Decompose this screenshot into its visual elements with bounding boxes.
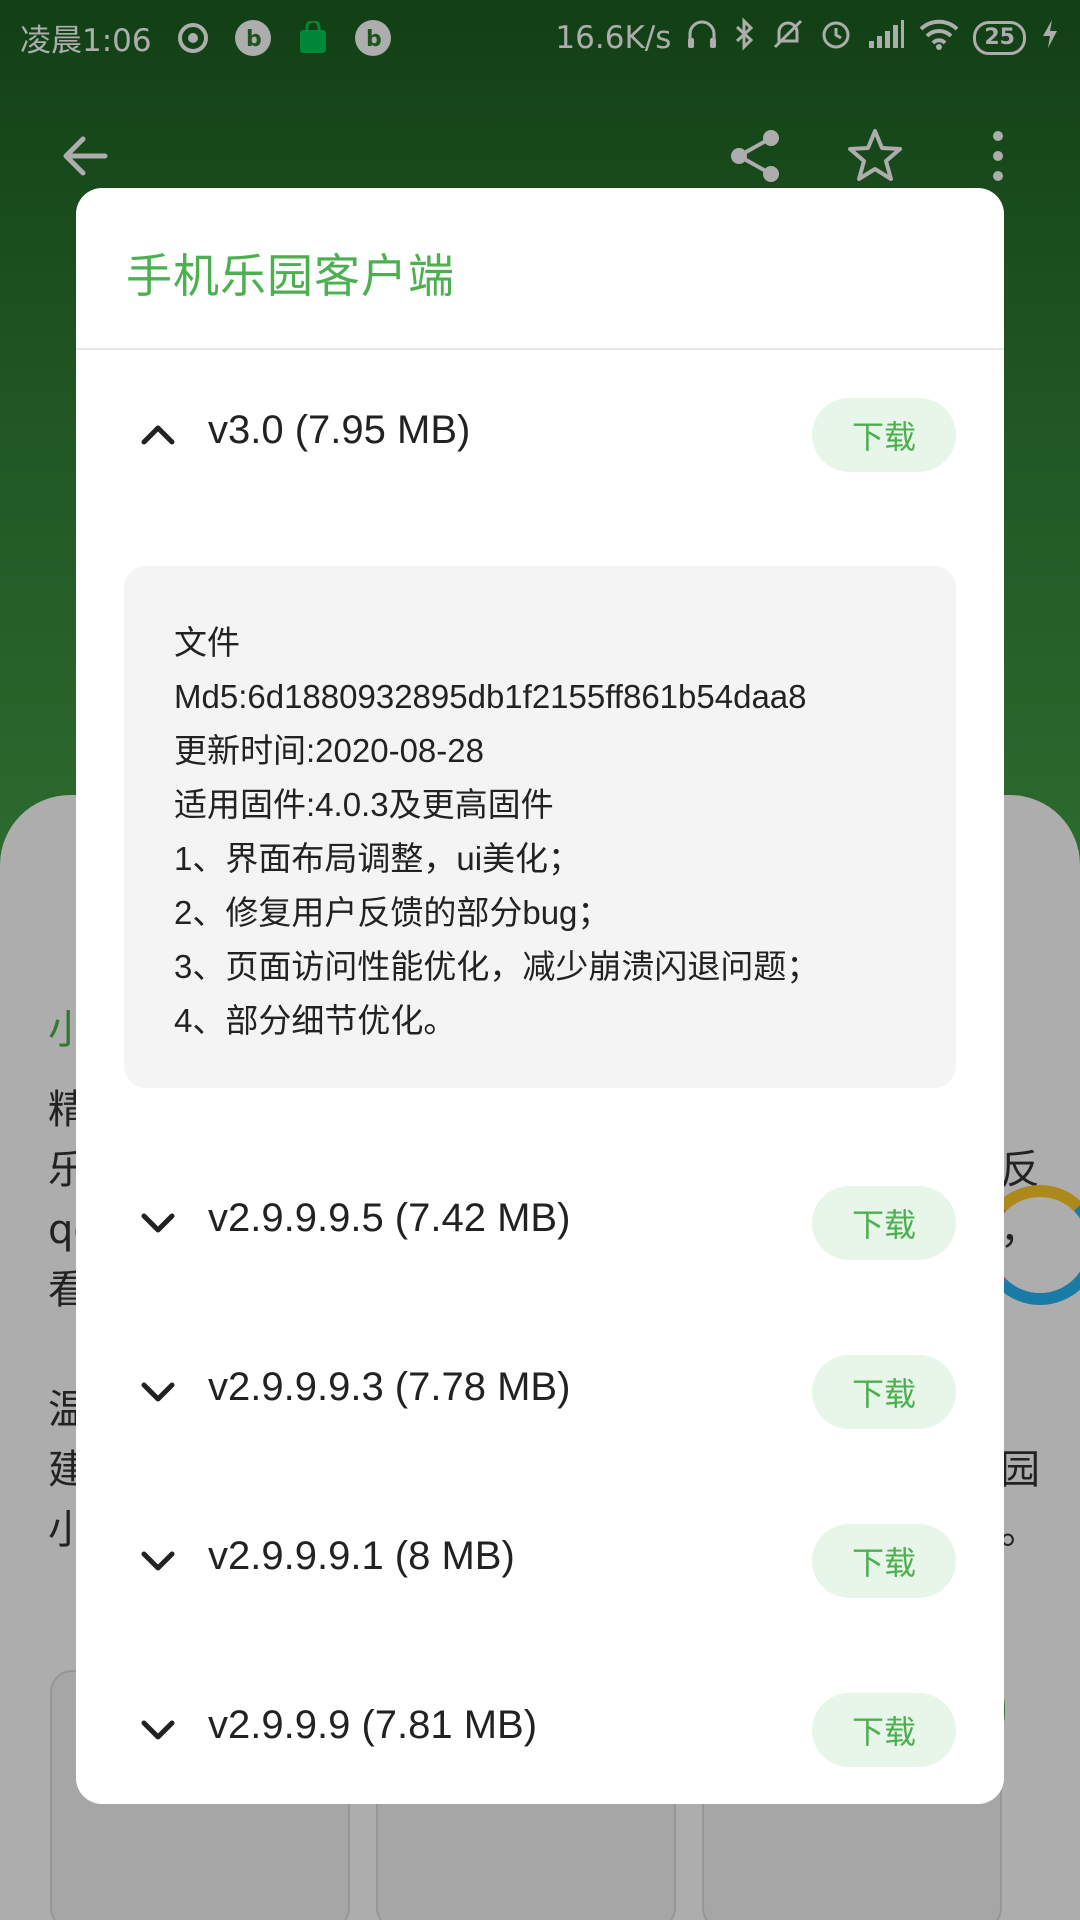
- version-row[interactable]: v2.9.9.9.3 (7.78 MB) 下载: [76, 1355, 1004, 1429]
- version-label: v2.9.9.9.1 (8 MB): [208, 1534, 515, 1578]
- version-label: v2.9.9.9 (7.81 MB): [208, 1703, 538, 1747]
- release-note-line: 文件: [174, 624, 240, 661]
- version-label: v2.9.9.9.3 (7.78 MB): [208, 1365, 571, 1409]
- version-row[interactable]: v3.0 (7.95 MB) 下载: [76, 398, 1004, 472]
- download-button[interactable]: 下载: [812, 1693, 956, 1767]
- download-button[interactable]: 下载: [812, 398, 956, 472]
- chevron-down-icon[interactable]: [138, 1372, 178, 1412]
- version-history-dialog: 手机乐园客户端 v3.0 (7.95 MB) 下载 文件 Md5:6d18809…: [76, 188, 1004, 1804]
- release-note-line: 更新时间:2020-08-28: [174, 732, 484, 769]
- download-button[interactable]: 下载: [812, 1186, 956, 1260]
- download-button[interactable]: 下载: [812, 1524, 956, 1598]
- version-row[interactable]: v2.9.9.9.5 (7.42 MB) 下载: [76, 1186, 1004, 1260]
- download-button[interactable]: 下载: [812, 1355, 956, 1429]
- version-label: v3.0 (7.95 MB): [208, 408, 471, 452]
- title-divider: [76, 348, 1004, 350]
- version-row[interactable]: v2.9.9.9.1 (8 MB) 下载: [76, 1524, 1004, 1598]
- release-note-line: 1、界面布局调整，ui美化；: [174, 840, 582, 877]
- release-notes-panel: 文件 Md5:6d1880932895db1f2155ff861b54daa8 …: [124, 566, 956, 1088]
- release-note-line: 2、修复用户反馈的部分bug；: [174, 894, 611, 931]
- release-note-line: Md5:6d1880932895db1f2155ff861b54daa8: [174, 678, 807, 715]
- version-row[interactable]: v2.9.9.9 (7.81 MB) 下载: [76, 1693, 1004, 1767]
- dialog-title: 手机乐园客户端: [126, 249, 455, 303]
- version-label: v2.9.9.9.5 (7.42 MB): [208, 1196, 571, 1240]
- release-note-line: 4、部分细节优化。: [174, 1002, 457, 1039]
- chevron-down-icon[interactable]: [138, 1203, 178, 1243]
- release-note-line: 3、页面访问性能优化，减少崩溃闪退问题；: [174, 948, 820, 985]
- release-note-line: 适用固件:4.0.3及更高固件: [174, 786, 554, 823]
- chevron-down-icon[interactable]: [138, 1541, 178, 1581]
- chevron-down-icon[interactable]: [138, 1710, 178, 1750]
- chevron-up-icon[interactable]: [138, 415, 178, 455]
